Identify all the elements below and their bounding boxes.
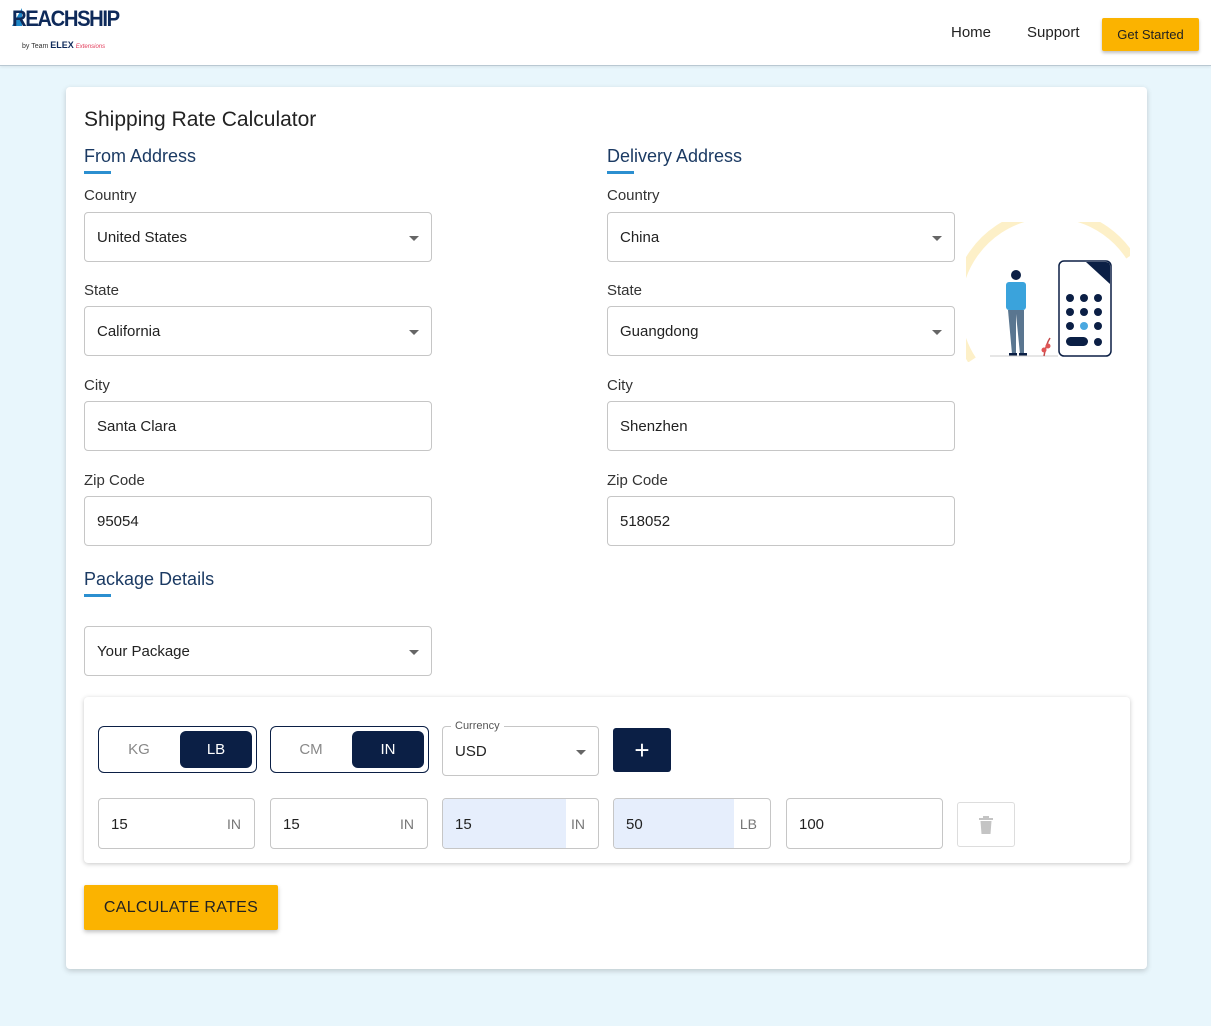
caret-down-icon	[932, 236, 942, 241]
delivery-country-value: China	[620, 229, 660, 246]
height-input[interactable]: 15 IN	[442, 798, 599, 849]
dimension-unit-toggle: CM IN	[270, 726, 429, 773]
reachship-logo[interactable]: REACHSHIP by Team ELEX Extensions	[12, 6, 122, 58]
delivery-country-select[interactable]: China	[607, 212, 955, 262]
delivery-address-underline	[607, 171, 634, 174]
page-title: Shipping Rate Calculator	[84, 108, 317, 131]
caret-down-icon	[409, 650, 419, 655]
from-country-label: Country	[84, 187, 137, 204]
delivery-state-value: Guangdong	[620, 323, 699, 340]
calculate-rates-button[interactable]: CALCULATE RATES	[84, 885, 278, 930]
weight-unit-kg[interactable]: KG	[103, 731, 175, 768]
from-city-value: Santa Clara	[97, 418, 177, 435]
delivery-zip-input[interactable]: 518052	[607, 496, 955, 546]
height-value: 15	[455, 816, 472, 833]
package-select-value: Your Package	[97, 643, 190, 660]
width-value: 15	[283, 816, 300, 833]
nav-support-link[interactable]: Support	[1027, 24, 1080, 41]
from-city-input[interactable]: Santa Clara	[84, 401, 432, 451]
trash-icon	[979, 815, 993, 834]
person-keypad-illustration	[966, 222, 1130, 362]
from-state-value: California	[97, 323, 161, 340]
from-zip-input[interactable]: 95054	[84, 496, 432, 546]
byline-brand: ELEX	[50, 40, 74, 50]
weight-unit-toggle: KG LB	[98, 726, 257, 773]
width-unit: IN	[400, 816, 414, 832]
package-details-underline	[84, 594, 111, 597]
from-state-select[interactable]: California	[84, 306, 432, 356]
from-address-title: From Address	[84, 146, 197, 166]
length-value: 15	[111, 816, 128, 833]
add-package-button[interactable]: +	[613, 728, 671, 772]
from-zip-label: Zip Code	[84, 472, 145, 489]
length-unit: IN	[227, 816, 241, 832]
width-input[interactable]: 15 IN	[270, 798, 428, 849]
delivery-city-input[interactable]: Shenzhen	[607, 401, 955, 451]
delivery-city-value: Shenzhen	[620, 418, 688, 435]
dimension-unit-cm[interactable]: CM	[275, 731, 347, 768]
length-input[interactable]: 15 IN	[98, 798, 255, 849]
dimension-unit-in[interactable]: IN	[352, 731, 424, 768]
delivery-zip-value: 518052	[620, 513, 671, 530]
delete-package-button[interactable]	[957, 802, 1015, 847]
from-zip-value: 95054	[97, 513, 139, 530]
logo-brand: REACHSHIP	[12, 6, 120, 31]
logo-byline: by Team ELEX Extensions	[22, 40, 105, 50]
caret-down-icon	[932, 330, 942, 335]
delivery-address-title: Delivery Address	[607, 146, 743, 166]
currency-select[interactable]: Currency USD	[442, 720, 599, 776]
from-address-underline	[84, 171, 111, 174]
from-country-select[interactable]: United States	[84, 212, 432, 262]
caret-down-icon	[409, 236, 419, 241]
delivery-zip-label: Zip Code	[607, 472, 668, 489]
currency-label: Currency	[451, 720, 504, 732]
delivery-city-label: City	[607, 377, 633, 394]
caret-down-icon	[409, 330, 419, 335]
delivery-state-select[interactable]: Guangdong	[607, 306, 955, 356]
package-select[interactable]: Your Package	[84, 626, 432, 676]
package-details-title: Package Details	[84, 569, 215, 589]
weight-input[interactable]: 50 LB	[613, 798, 771, 849]
currency-value: USD	[455, 743, 487, 760]
get-started-button[interactable]: Get Started	[1102, 18, 1199, 51]
insured-value-input[interactable]: 100	[786, 798, 943, 849]
byline-suffix: Extensions	[75, 44, 106, 50]
delivery-state-label: State	[607, 282, 643, 299]
weight-value: 50	[626, 816, 643, 833]
from-state-label: State	[84, 282, 120, 299]
nav-home-link[interactable]: Home	[951, 24, 991, 41]
top-header: REACHSHIP by Team ELEX Extensions Home S…	[0, 0, 1211, 66]
weight-unit-lb[interactable]: LB	[180, 731, 252, 768]
insured-value: 100	[799, 816, 825, 833]
height-unit: IN	[571, 816, 585, 832]
from-city-label: City	[84, 377, 110, 394]
caret-down-icon	[576, 750, 586, 755]
byline-prefix: by Team	[22, 43, 49, 50]
delivery-country-label: Country	[607, 187, 660, 204]
from-country-value: United States	[97, 229, 188, 246]
weight-unit: LB	[739, 816, 757, 832]
